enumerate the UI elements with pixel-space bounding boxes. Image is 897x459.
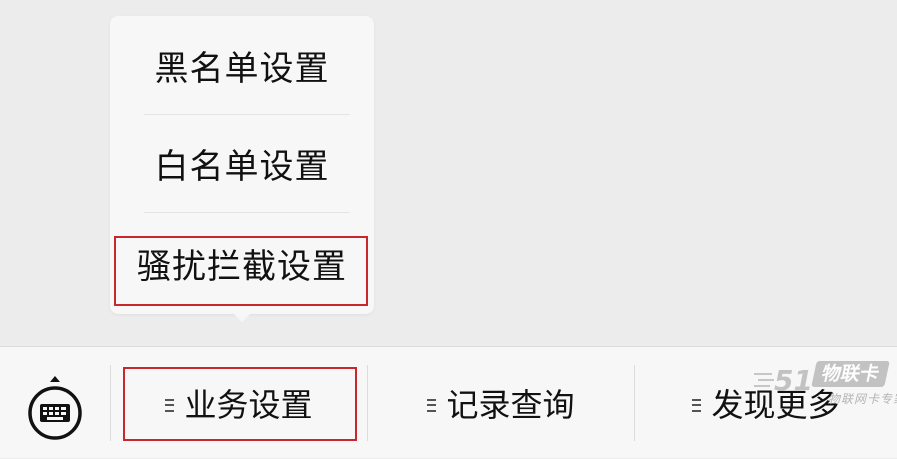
tab-business-settings[interactable]: 业务设置 bbox=[111, 347, 367, 459]
tab-label: 记录查询 bbox=[446, 386, 575, 424]
tab-record-query[interactable]: 记录查询 bbox=[368, 347, 634, 459]
bottom-bar: 业务设置 记录查询 发现更多 bbox=[0, 346, 897, 458]
keyboard-icon bbox=[28, 386, 82, 440]
menu-lines-icon bbox=[427, 398, 437, 412]
tab-label: 发现更多 bbox=[711, 386, 840, 424]
menu-item-whitelist-settings[interactable]: 白名单设置 bbox=[110, 114, 374, 212]
tab-discover-more[interactable]: 发现更多 bbox=[635, 347, 897, 459]
menu-item-harassment-block-settings[interactable]: 骚扰拦截设置 bbox=[110, 214, 374, 312]
menu-lines-icon bbox=[692, 398, 702, 412]
menu-divider bbox=[144, 212, 350, 213]
tab-label: 业务设置 bbox=[184, 386, 313, 424]
menu-lines-icon bbox=[165, 398, 175, 412]
menu-item-blacklist-settings[interactable]: 黑名单设置 bbox=[110, 16, 374, 114]
popup-menu: 黑名单设置 白名单设置 骚扰拦截设置 bbox=[110, 16, 374, 322]
caret-up-icon bbox=[50, 376, 60, 382]
keyboard-toggle-button[interactable] bbox=[0, 347, 110, 459]
